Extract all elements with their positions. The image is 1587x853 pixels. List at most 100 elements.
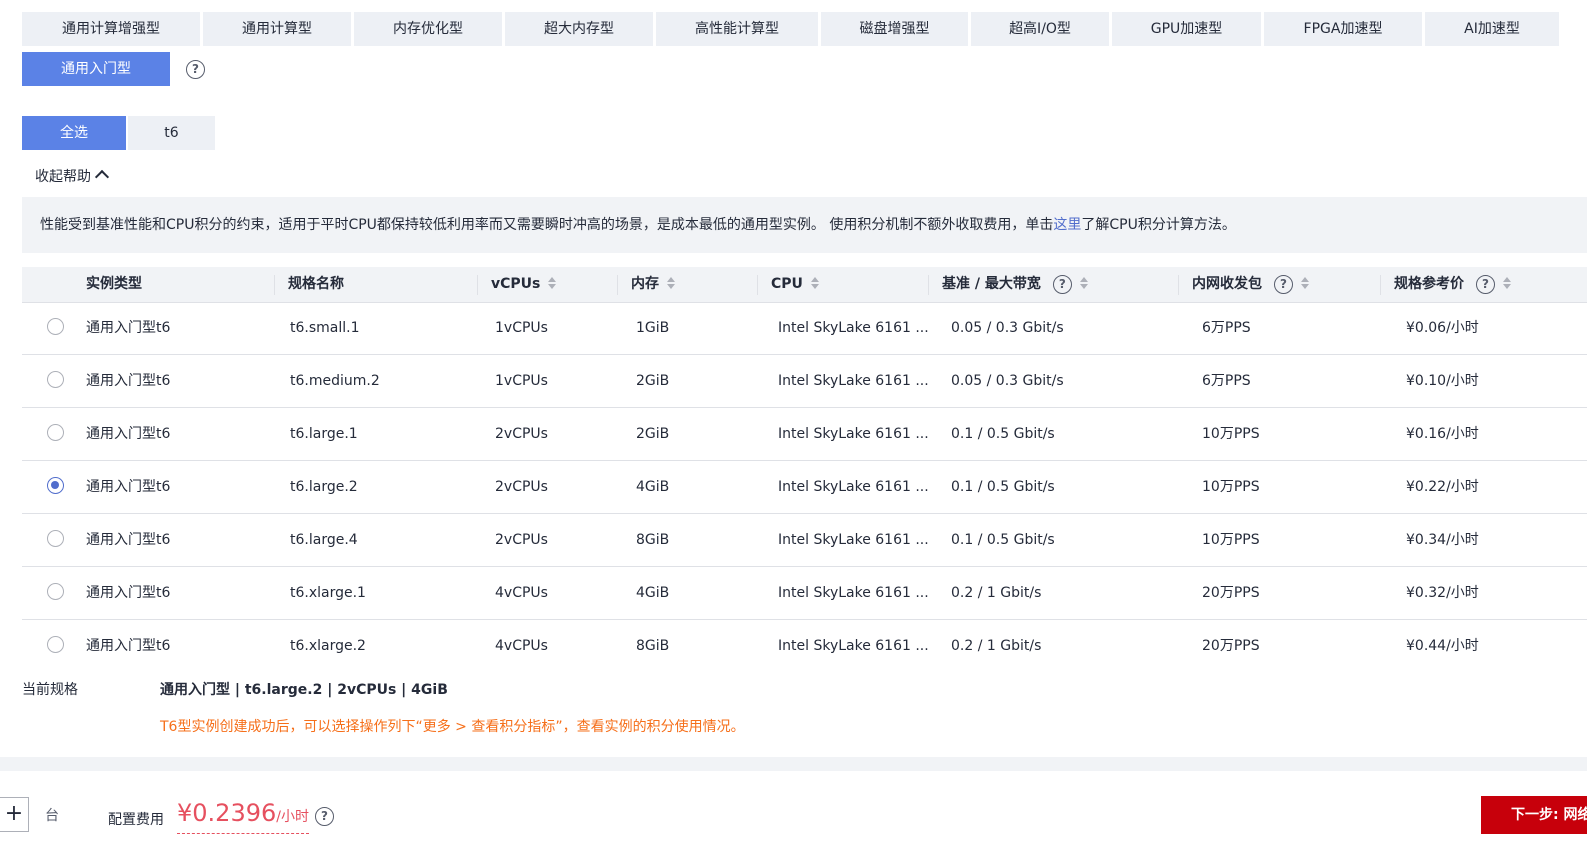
cell-memory: 2GiB	[636, 426, 670, 442]
cell-cpu: Intel SkyLake 6161 ...	[778, 638, 929, 654]
cell-bandwidth: 0.2 / 1 Gbit/s	[951, 638, 1042, 654]
row-radio[interactable]	[47, 583, 64, 600]
header-bandwidth[interactable]: 基准 / 最大带宽?	[942, 267, 1088, 302]
category-tab-hpc[interactable]: 高性能计算型	[656, 12, 818, 46]
cell-spec-name: t6.large.4	[290, 532, 358, 548]
header-cpu[interactable]: CPU	[771, 267, 819, 302]
category-tab-ai[interactable]: AI加速型	[1425, 12, 1559, 46]
cell-instance-type: 通用入门型t6	[86, 320, 171, 336]
cell-price: ¥0.32/小时	[1406, 585, 1479, 601]
cell-memory: 8GiB	[636, 638, 670, 654]
cell-vcpus: 1vCPUs	[495, 373, 548, 389]
cell-cpu: Intel SkyLake 6161 ...	[778, 426, 929, 442]
cell-vcpus: 1vCPUs	[495, 320, 548, 336]
category-tab-general-enhanced[interactable]: 通用计算增强型	[22, 12, 200, 46]
cell-vcpus: 4vCPUs	[495, 638, 548, 654]
row-radio[interactable]	[47, 636, 64, 653]
category-tab-disk-enhanced[interactable]: 磁盘增强型	[821, 12, 968, 46]
cell-price: ¥0.34/小时	[1406, 532, 1479, 548]
header-divider	[617, 275, 618, 295]
table-row[interactable]: 通用入门型t6 t6.xlarge.2 4vCPUs 8GiB Intel Sk…	[22, 620, 1587, 657]
cell-bandwidth: 0.05 / 0.3 Gbit/s	[951, 320, 1064, 336]
header-vcpus[interactable]: vCPUs	[491, 267, 557, 302]
table-row-selected[interactable]: 通用入门型t6 t6.large.2 2vCPUs 4GiB Intel Sky…	[22, 461, 1587, 514]
cell-instance-type: 通用入门型t6	[86, 638, 171, 654]
section-divider	[0, 757, 1587, 771]
table-header: 实例类型 规格名称 vCPUs 内存 CPU 基准 / 最大带宽? 内网收发包?…	[22, 267, 1587, 303]
series-filter-all[interactable]: 全选	[22, 116, 126, 150]
row-radio[interactable]	[47, 318, 64, 335]
category-tab-memory-optimized[interactable]: 内存优化型	[354, 12, 502, 46]
header-price[interactable]: 规格参考价?	[1394, 267, 1511, 302]
cell-bandwidth: 0.1 / 0.5 Gbit/s	[951, 479, 1055, 495]
cell-pps: 20万PPS	[1202, 585, 1260, 601]
cell-vcpus: 2vCPUs	[495, 426, 548, 442]
collapse-help-label: 收起帮助	[35, 169, 91, 185]
row-radio[interactable]	[47, 424, 64, 441]
config-fee-label: 配置费用	[108, 812, 164, 828]
cell-instance-type: 通用入门型t6	[86, 479, 171, 495]
cell-spec-name: t6.large.2	[290, 479, 358, 495]
fee-amount: ¥0.2396	[177, 799, 277, 827]
category-tab-ultra-io[interactable]: 超高I/O型	[971, 12, 1109, 46]
cell-pps: 6万PPS	[1202, 373, 1251, 389]
cell-cpu: Intel SkyLake 6161 ...	[778, 320, 929, 336]
sort-icon[interactable]	[810, 277, 819, 289]
series-filter-t6[interactable]: t6	[128, 116, 215, 150]
next-step-button[interactable]: 下一步: 网络配置	[1481, 796, 1587, 834]
cell-vcpus: 2vCPUs	[495, 532, 548, 548]
cell-cpu: Intel SkyLake 6161 ...	[778, 479, 929, 495]
table-row[interactable]: 通用入门型t6 t6.large.1 2vCPUs 2GiB Intel Sky…	[22, 408, 1587, 461]
cell-spec-name: t6.medium.2	[290, 373, 380, 389]
header-memory[interactable]: 内存	[631, 267, 675, 302]
cell-price: ¥0.44/小时	[1406, 638, 1479, 654]
category-tab-large-memory[interactable]: 超大内存型	[505, 12, 653, 46]
sort-icon[interactable]	[548, 277, 557, 289]
header-pps[interactable]: 内网收发包?	[1192, 267, 1309, 302]
cell-cpu: Intel SkyLake 6161 ...	[778, 532, 929, 548]
table-row[interactable]: 通用入门型t6 t6.medium.2 1vCPUs 2GiB Intel Sk…	[22, 355, 1587, 408]
header-divider	[757, 275, 758, 295]
table-row[interactable]: 通用入门型t6 t6.small.1 1vCPUs 1GiB Intel Sky…	[22, 302, 1587, 355]
row-radio[interactable]	[47, 530, 64, 547]
cell-pps: 6万PPS	[1202, 320, 1251, 336]
sort-icon[interactable]	[1079, 277, 1088, 289]
cell-spec-name: t6.xlarge.1	[290, 585, 366, 601]
row-radio[interactable]	[47, 477, 64, 494]
table-row[interactable]: 通用入门型t6 t6.xlarge.1 4vCPUs 4GiB Intel Sk…	[22, 567, 1587, 620]
cell-price: ¥0.22/小时	[1406, 479, 1479, 495]
help-icon[interactable]: ?	[315, 807, 334, 826]
sort-icon[interactable]	[667, 277, 675, 289]
collapse-help-toggle[interactable]: 收起帮助	[35, 166, 110, 186]
help-icon[interactable]: ?	[1052, 274, 1072, 294]
cell-instance-type: 通用入门型t6	[86, 585, 171, 601]
help-icon[interactable]: ?	[186, 60, 205, 79]
help-icon[interactable]: ?	[1274, 274, 1293, 294]
cell-instance-type: 通用入门型t6	[86, 426, 171, 442]
cell-vcpus: 2vCPUs	[495, 479, 548, 495]
cell-memory: 4GiB	[636, 585, 670, 601]
cell-price: ¥0.06/小时	[1406, 320, 1479, 336]
spec-table: 实例类型 规格名称 vCPUs 内存 CPU 基准 / 最大带宽? 内网收发包?…	[22, 267, 1587, 657]
category-tab-entry-level[interactable]: 通用入门型	[22, 52, 170, 86]
table-row[interactable]: 通用入门型t6 t6.large.4 2vCPUs 8GiB Intel Sky…	[22, 514, 1587, 567]
sort-icon[interactable]	[1503, 277, 1511, 289]
cell-pps: 10万PPS	[1202, 532, 1260, 548]
quantity-increment-button[interactable]: +	[0, 797, 29, 832]
category-tab-general[interactable]: 通用计算型	[203, 12, 351, 46]
help-icon[interactable]: ?	[1476, 274, 1495, 294]
category-tab-fpga[interactable]: FPGA加速型	[1264, 12, 1422, 46]
sort-icon[interactable]	[1301, 277, 1309, 289]
header-divider	[928, 275, 929, 295]
cell-pps: 10万PPS	[1202, 426, 1260, 442]
help-text-tail: 了解CPU积分计算方法。	[1081, 217, 1236, 233]
cell-pps: 10万PPS	[1202, 479, 1260, 495]
category-tab-gpu[interactable]: GPU加速型	[1112, 12, 1261, 46]
header-instance-type: 实例类型	[86, 276, 142, 292]
current-spec-label: 当前规格	[22, 682, 78, 698]
config-fee-price[interactable]: ¥0.2396/小时	[177, 797, 309, 834]
cell-memory: 2GiB	[636, 373, 670, 389]
row-radio[interactable]	[47, 371, 64, 388]
help-link[interactable]: 这里	[1053, 217, 1081, 233]
help-description-box: 性能受到基准性能和CPU积分的约束，适用于平时CPU都保持较低利用率而又需要瞬时…	[22, 197, 1587, 253]
